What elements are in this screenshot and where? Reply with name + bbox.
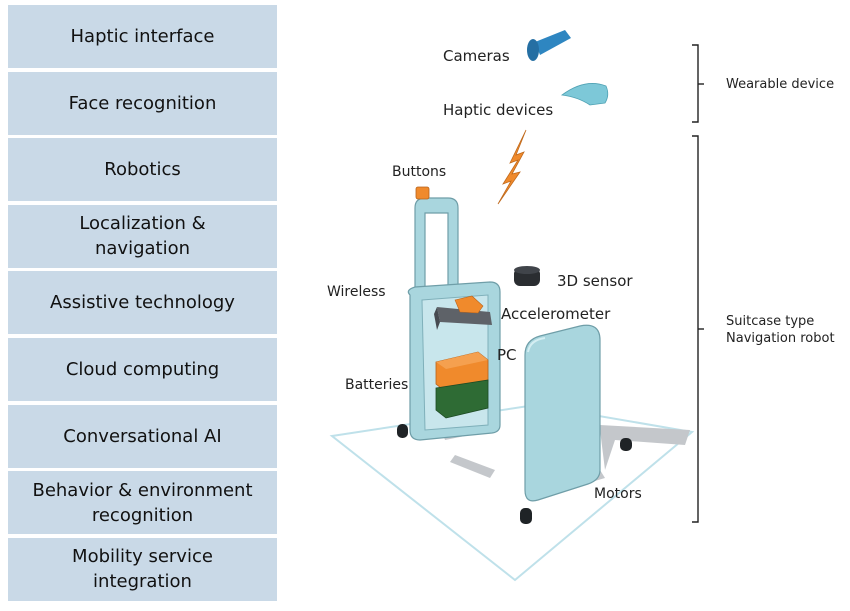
wearable-bracket	[692, 44, 704, 123]
robot-bracket	[692, 135, 704, 523]
button-icon	[415, 186, 430, 200]
label-accelerometer: Accelerometer	[501, 305, 611, 323]
label-wearable-device: Wearable device	[726, 77, 835, 92]
3d-sensor-icon	[514, 266, 540, 286]
label-navigation-robot: Suitcase type Navigation robot	[726, 313, 835, 347]
label-robot-line1: Suitcase type	[726, 314, 815, 329]
wireless-lightning-icon	[497, 129, 527, 205]
label-buttons: Buttons	[392, 164, 447, 180]
label-3d-sensor: 3D sensor	[557, 272, 633, 290]
label-pc: PC	[497, 346, 517, 364]
robot-illustration	[329, 30, 704, 582]
label-robot-line2: Navigation robot	[726, 331, 835, 346]
suitcase-side-panel	[524, 324, 601, 502]
label-cameras: Cameras	[443, 47, 510, 65]
label-wireless: Wireless	[327, 284, 386, 300]
camera-icon	[527, 30, 571, 61]
label-haptic-devices: Haptic devices	[443, 101, 554, 119]
haptic-device-icon	[560, 83, 609, 106]
label-motors: Motors	[594, 486, 642, 502]
label-batteries: Batteries	[345, 377, 409, 393]
